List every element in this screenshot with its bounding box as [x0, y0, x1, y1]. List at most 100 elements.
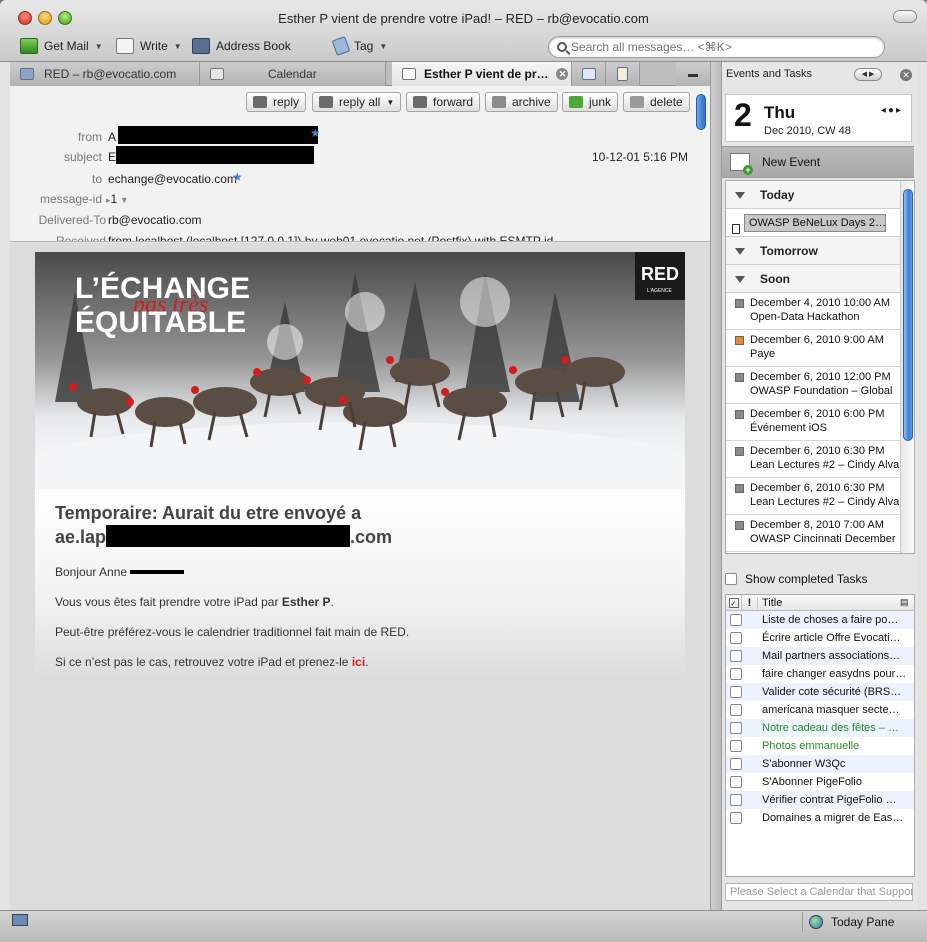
task-checkbox[interactable]	[730, 776, 742, 788]
task-row[interactable]: S'abonner W3Qc	[726, 755, 914, 773]
archive-button[interactable]: archive	[485, 92, 558, 112]
task-row[interactable]: Mail partners associations…	[726, 647, 914, 665]
agenda-section-tomorrow[interactable]: Tomorrow	[726, 237, 914, 265]
tab-calendar-mini[interactable]	[572, 62, 606, 86]
pencil-icon	[116, 38, 134, 54]
event-datetime: December 6, 2010 6:30 PM	[750, 482, 885, 494]
task-title: faire changer easydns pour…	[762, 668, 907, 680]
agenda-event-item[interactable]: December 6, 2010 6:30 PM Lean Lectures #2…	[726, 478, 914, 515]
tab-inbox[interactable]: RED – rb@evocatio.com	[10, 62, 200, 86]
task-checkbox[interactable]	[730, 704, 742, 716]
task-row[interactable]: Valider cote sécurité (BRS…	[726, 683, 914, 701]
task-row[interactable]: S'Abonner PigeFolio	[726, 773, 914, 791]
agenda-event-item[interactable]: December 6, 2010 6:00 PM Événement iOS	[726, 404, 914, 441]
task-row[interactable]: americana masquer secte…	[726, 701, 914, 719]
online-status-icon[interactable]	[12, 914, 28, 926]
junk-button[interactable]: junk	[562, 92, 619, 112]
task-checkbox[interactable]	[730, 812, 742, 824]
forward-label: forward	[433, 95, 474, 109]
toolbar-toggle-button[interactable]	[893, 10, 917, 23]
write-button[interactable]: Write ▼	[116, 37, 182, 55]
task-checkbox[interactable]	[730, 758, 742, 770]
chevron-down-icon[interactable]: ▼	[386, 98, 394, 107]
task-row[interactable]: Domaines a migrer de Eas…	[726, 809, 914, 827]
task-row[interactable]: Vérifier contrat PigeFolio …	[726, 791, 914, 809]
chevron-down-icon[interactable]: ▼	[174, 42, 182, 51]
agenda-section-today[interactable]: Today	[726, 181, 914, 209]
clipboard-icon	[617, 67, 628, 81]
column-picker-icon[interactable]: ▤	[900, 597, 914, 608]
task-row[interactable]: Notre cadeau des fêtes – …	[726, 719, 914, 737]
tab-list-menu[interactable]: ▬	[676, 62, 710, 86]
task-checkbox[interactable]	[730, 686, 742, 698]
priority-column-header[interactable]: !	[742, 596, 758, 609]
redaction-block	[116, 146, 314, 164]
today-pane-title: Events and Tasks	[726, 68, 813, 80]
agenda-list: Today OWASP BeNeLux Days 2… Tomorrow Soo…	[725, 180, 915, 554]
task-row[interactable]: Photos emmanuelle	[726, 737, 914, 755]
agenda-scroll-thumb[interactable]	[903, 189, 913, 441]
delivered-to-value: rb@evocatio.com	[108, 213, 202, 227]
task-checkbox[interactable]	[730, 614, 742, 626]
tab-label: RED – rb@evocatio.com	[44, 67, 177, 81]
close-today-pane-icon[interactable]: ✕	[900, 69, 912, 81]
delete-button[interactable]: delete	[623, 92, 690, 112]
today-pane-toggle[interactable]: Today Pane	[802, 912, 898, 932]
to-value[interactable]: echange@evocatio.com	[108, 172, 237, 186]
agenda-section-soon[interactable]: Soon	[726, 265, 914, 293]
star-icon[interactable]: ★	[310, 126, 321, 140]
star-icon[interactable]: ★	[232, 170, 243, 184]
task-checkbox[interactable]	[730, 740, 742, 752]
agenda-event-item[interactable]: December 6, 2010 12:00 PM OWASP Foundatio…	[726, 367, 914, 404]
completed-column-header[interactable]: ✓	[726, 595, 742, 611]
day-navigation[interactable]: ◂●▸	[881, 105, 903, 116]
search-icon	[557, 42, 567, 52]
task-checkbox[interactable]	[730, 722, 742, 734]
email-link[interactable]: ici	[352, 655, 365, 669]
task-checkbox[interactable]	[730, 650, 742, 662]
pane-splitter[interactable]	[710, 62, 722, 910]
address-book-button[interactable]: Address Book	[192, 37, 291, 55]
new-task-input[interactable]: Please Select a Calendar that Supports T…	[725, 883, 913, 901]
task-row[interactable]: Liste de choses a faire po…	[726, 611, 914, 629]
agenda-event-item[interactable]: December 4, 2010 10:00 AM Open-Data Hacka…	[726, 293, 914, 330]
task-row[interactable]: Écrire article Offre Evocati…	[726, 629, 914, 647]
task-checkbox[interactable]	[730, 632, 742, 644]
forward-button[interactable]: forward	[406, 92, 481, 112]
task-checkbox[interactable]	[730, 668, 742, 680]
get-mail-button[interactable]: Get Mail ▼	[20, 37, 103, 55]
tab-tasks-mini[interactable]	[606, 62, 640, 86]
search-field[interactable]	[548, 36, 885, 58]
agenda-event-item[interactable]: December 6, 2010 9:00 AM Paye	[726, 330, 914, 367]
banner-title-line2: ÉQUITABLE	[75, 305, 246, 339]
reply-all-button[interactable]: reply all ▼	[312, 92, 402, 112]
agenda-event-item[interactable]: December 8, 2010 7:00 AM OWASP Cincinnati…	[726, 515, 914, 552]
agenda-event-item[interactable]: December 6, 2010 6:30 PM Lean Lectures #2…	[726, 441, 914, 478]
today-pane-nav-button[interactable]: ◀ ▶	[854, 68, 882, 81]
header-scrollbar[interactable]	[696, 94, 706, 130]
tag-button[interactable]: Tag ▼	[331, 36, 387, 56]
received-label: Received	[55, 234, 106, 242]
email-paragraph-1: Vous vous êtes fait prendre votre iPad p…	[55, 595, 334, 609]
show-completed-checkbox[interactable]	[725, 573, 737, 585]
show-completed-tasks[interactable]: Show completed Tasks	[725, 572, 868, 586]
tab-calendar[interactable]: Calendar	[200, 62, 386, 86]
from-value[interactable]: A	[108, 130, 116, 144]
show-completed-label: Show completed Tasks	[745, 572, 868, 586]
task-checkbox[interactable]	[730, 794, 742, 806]
write-label: Write	[140, 39, 168, 53]
message-date: 10-12-01 5:16 PM	[591, 150, 688, 164]
chevron-down-icon[interactable]: ▼	[379, 42, 387, 51]
search-input[interactable]	[571, 40, 871, 54]
reply-icon	[253, 96, 267, 108]
agenda-today-event[interactable]: OWASP BeNeLux Days 2…	[726, 209, 914, 237]
delivered-to-label: Delivered-To	[38, 213, 106, 227]
task-row[interactable]: faire changer easydns pour…	[726, 665, 914, 683]
agenda-scrollbar[interactable]	[900, 181, 914, 553]
tab-message[interactable]: Esther P vient de pr… ✕	[392, 62, 572, 86]
new-event-button[interactable]: New Event	[722, 146, 914, 178]
close-tab-icon[interactable]: ✕	[556, 68, 569, 80]
title-column-header[interactable]: Title	[758, 597, 900, 609]
chevron-down-icon[interactable]: ▼	[95, 42, 103, 51]
reply-button[interactable]: reply	[246, 92, 307, 112]
